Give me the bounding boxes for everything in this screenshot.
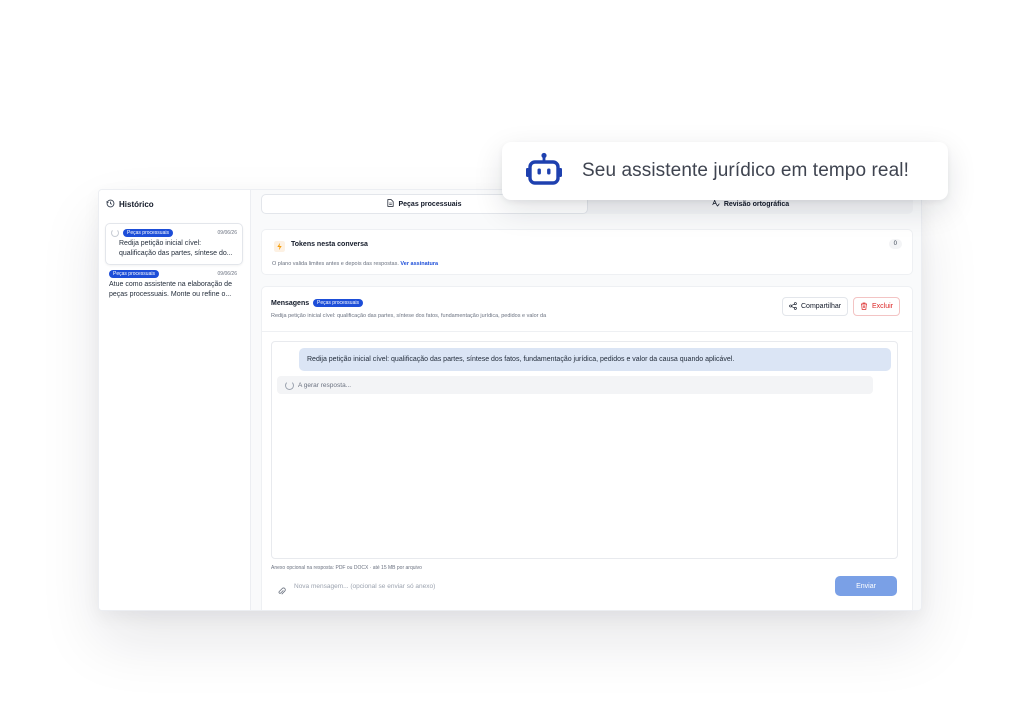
- delete-button[interactable]: Excluir: [853, 297, 901, 316]
- history-date: 09/06/26: [217, 270, 237, 277]
- user-message-bubble: Redija petição inicial cível: qualificaç…: [299, 348, 891, 371]
- category-badge: Peças processuais: [123, 228, 173, 237]
- loading-indicator: A gerar resposta...: [277, 376, 873, 394]
- app-window: Histórico Peças processuais 09/06/26 Red…: [98, 189, 922, 611]
- loading-text: A gerar resposta...: [298, 381, 352, 389]
- messages-panel: Mensagens Peças processuais Redija petiç…: [261, 286, 913, 610]
- chat-area[interactable]: Redija petição inicial cível: qualificaç…: [271, 341, 898, 559]
- conversation-subtitle: Redija petição inicial cível: qualificaç…: [271, 313, 547, 319]
- banner-text: Seu assistente jurídico em tempo real!: [582, 160, 909, 181]
- sidebar-title: Histórico: [119, 199, 154, 209]
- history-sidebar: Histórico Peças processuais 09/06/26 Red…: [99, 190, 251, 610]
- assistant-banner: Seu assistente jurídico em tempo real!: [502, 142, 948, 200]
- message-input[interactable]: Nova mensagem... (opcional se enviar só …: [294, 577, 824, 595]
- attachment-note: Anexo opcional na resposta: PDF ou DOCX …: [271, 565, 422, 571]
- share-icon: [789, 301, 801, 312]
- spellcheck-icon: [712, 199, 724, 209]
- robot-icon: [526, 152, 562, 191]
- loading-spinner-icon: [111, 228, 119, 237]
- messages-title: Mensagens: [271, 300, 310, 307]
- history-text-line: peças processuais. Monte ou refine o...: [109, 291, 232, 298]
- tab-label: Peças processuais: [398, 200, 462, 208]
- history-date: 09/06/26: [217, 229, 237, 236]
- tokens-panel: Tokens nesta conversa 0 O plano valida l…: [261, 229, 913, 275]
- message-input-placeholder: Nova mensagem... (opcional se enviar só …: [294, 582, 436, 590]
- share-label: Compartilhar: [801, 303, 842, 310]
- divider: [262, 331, 912, 332]
- category-badge: Peças processuais: [313, 299, 363, 307]
- document-icon: [387, 199, 398, 209]
- history-item[interactable]: Peças processuais 09/06/26 Redija petiçã…: [105, 223, 243, 265]
- main-panel: Peças processuais Revisão ortográfica To…: [251, 190, 921, 610]
- subscription-link[interactable]: Ver assinatura: [400, 261, 438, 267]
- lightning-icon: [274, 239, 285, 257]
- sidebar-header: Histórico: [99, 190, 250, 218]
- history-icon: [106, 199, 119, 210]
- trash-icon: [860, 302, 872, 312]
- category-badge: Peças processuais: [109, 269, 159, 278]
- send-button[interactable]: Enviar: [835, 576, 897, 596]
- loading-spinner-icon: [285, 380, 294, 390]
- paperclip-icon[interactable]: [277, 583, 286, 601]
- share-button[interactable]: Compartilhar: [782, 297, 849, 316]
- history-text-line: Redija petição inicial cível:: [119, 240, 202, 247]
- history-text-line: Atue como assistente na elaboração de: [109, 281, 232, 288]
- send-label: Enviar: [856, 582, 876, 590]
- tokens-note: O plano valida limites antes e depois da…: [272, 261, 399, 267]
- history-text-line: qualificação das partes, síntese do...: [119, 250, 233, 257]
- tab-label: Revisão ortográfica: [723, 200, 790, 208]
- delete-label: Excluir: [872, 303, 894, 310]
- user-message-text: Redija petição inicial cível: qualificaç…: [307, 356, 735, 363]
- tokens-count: 0: [888, 239, 902, 249]
- tokens-title: Tokens nesta conversa: [291, 241, 368, 248]
- history-item[interactable]: Peças processuais 09/06/26 Atue como ass…: [104, 265, 242, 305]
